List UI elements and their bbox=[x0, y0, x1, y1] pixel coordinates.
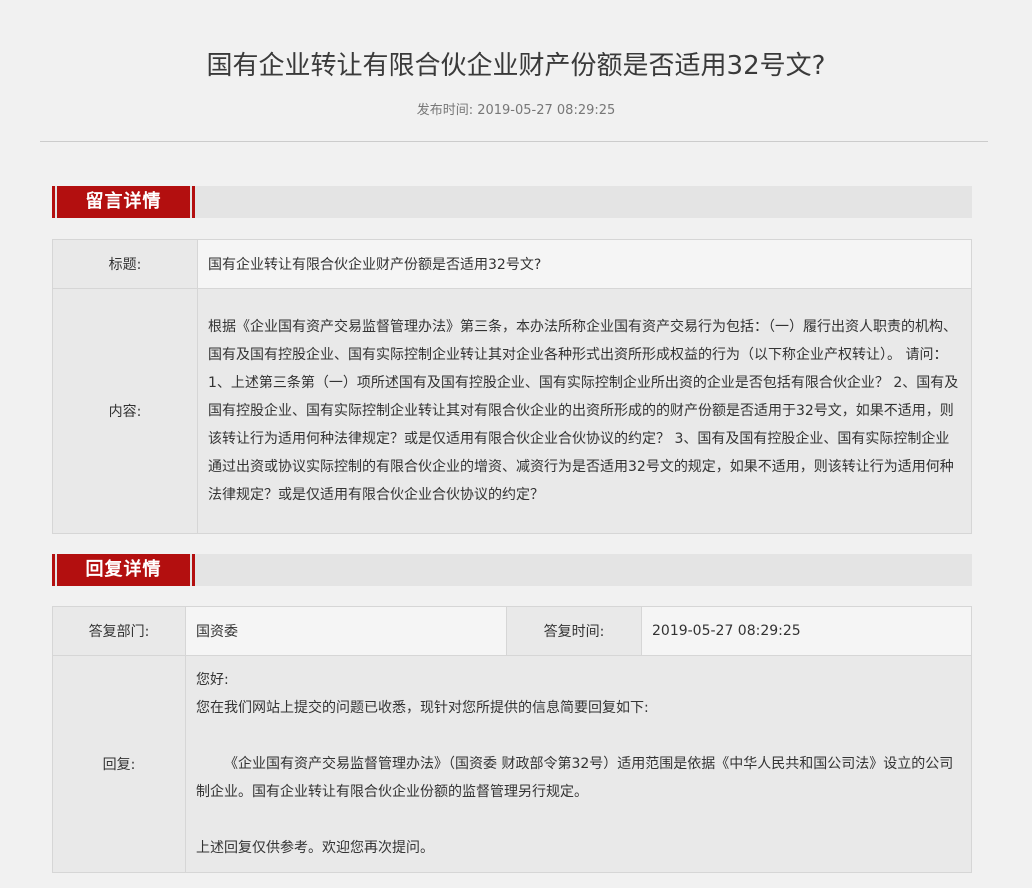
title-divider bbox=[40, 141, 988, 142]
reply-section-heading: 回复详情 bbox=[57, 554, 190, 586]
message-title-label: 标题: bbox=[52, 239, 198, 289]
reply-body-row: 回复: 您好: 您在我们网站上提交的问题已收悉，现针对您所提供的信息简要回复如下… bbox=[52, 655, 972, 873]
publish-info: 发布时间: 2019-05-27 08:29:25 bbox=[0, 101, 1032, 121]
page-title: 国有企业转让有限合伙企业财产份额是否适用32号文? bbox=[206, 51, 826, 81]
section-tab-edge bbox=[192, 554, 195, 586]
reply-label: 回复: bbox=[52, 655, 186, 873]
reply-dept-label: 答复部门: bbox=[52, 606, 186, 656]
reply-body: 《企业国有资产交易监督管理办法》（国资委 财政部令第32号）适用范围是依据《中华… bbox=[196, 756, 954, 800]
reply-section-header: 回复详情 bbox=[52, 554, 972, 586]
page: 国有企业转让有限合伙企业财产份额是否适用32号文? 发布时间: 2019-05-… bbox=[0, 0, 1032, 888]
publish-label: 发布时间: bbox=[416, 103, 474, 118]
reply-greeting: 您好: bbox=[196, 672, 229, 688]
message-title-value: 国有企业转让有限合伙企业财产份额是否适用32号文? bbox=[197, 239, 972, 289]
publish-time: 2019-05-27 08:29:25 bbox=[477, 103, 616, 118]
message-content-value: 根据《企业国有资产交易监督管理办法》第三条，本办法所称企业国有资产交易行为包括：… bbox=[197, 288, 972, 534]
reply-dept-value: 国资委 bbox=[185, 606, 507, 656]
reply-time-value: 2019-05-27 08:29:25 bbox=[641, 606, 972, 656]
message-section-header: 留言详情 bbox=[52, 186, 972, 218]
reply-meta-row: 答复部门: 国资委 答复时间: 2019-05-27 08:29:25 bbox=[52, 606, 972, 656]
reply-spacer bbox=[196, 806, 961, 834]
section-tab-edge bbox=[192, 186, 195, 218]
message-detail-table: 标题: 国有企业转让有限合伙企业财产份额是否适用32号文? 内容: 根据《企业国… bbox=[52, 239, 972, 534]
reply-closing: 上述回复仅供参考。欢迎您再次提问。 bbox=[196, 840, 434, 856]
section-accent-line bbox=[52, 186, 55, 218]
message-content-label: 内容: bbox=[52, 288, 198, 534]
message-section-heading: 留言详情 bbox=[57, 186, 190, 218]
section-accent-line bbox=[52, 554, 55, 586]
reply-time-label: 答复时间: bbox=[506, 606, 642, 656]
message-title-row: 标题: 国有企业转让有限合伙企业财产份额是否适用32号文? bbox=[52, 239, 972, 289]
reply-content: 您好: 您在我们网站上提交的问题已收悉，现针对您所提供的信息简要回复如下: 《企… bbox=[185, 655, 972, 873]
message-content-row: 内容: 根据《企业国有资产交易监督管理办法》第三条，本办法所称企业国有资产交易行… bbox=[52, 288, 972, 534]
reply-detail-table: 答复部门: 国资委 答复时间: 2019-05-27 08:29:25 回复: … bbox=[52, 606, 972, 873]
reply-intro: 您在我们网站上提交的问题已收悉，现针对您所提供的信息简要回复如下: bbox=[196, 700, 649, 716]
reply-spacer bbox=[196, 722, 961, 750]
